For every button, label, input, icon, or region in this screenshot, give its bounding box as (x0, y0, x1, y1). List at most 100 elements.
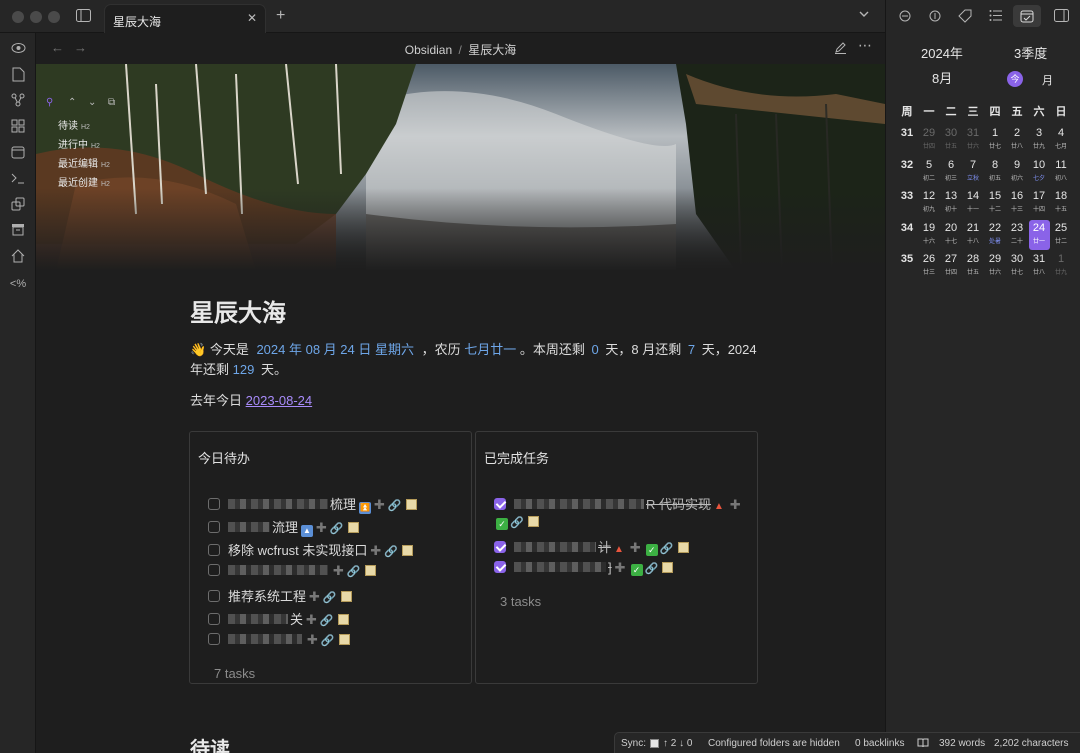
add-icon[interactable]: ✚ (307, 632, 318, 647)
outgoing-links-icon[interactable] (928, 9, 942, 25)
tab-close-icon[interactable]: ✕ (247, 11, 257, 25)
calendar-day[interactable]: 1 廿七 (985, 125, 1006, 155)
command-palette-terminal-icon[interactable] (9, 171, 27, 189)
calendar-week-number[interactable]: 31 (896, 127, 918, 139)
calendar-month-view-button[interactable]: 月 (1042, 72, 1053, 88)
add-icon[interactable]: ✚ (306, 612, 317, 627)
toggle-left-sidebar-icon[interactable] (76, 9, 91, 24)
calendar-day[interactable]: 29 廿四 (919, 125, 940, 155)
home-icon[interactable] (9, 249, 27, 267)
outline-copy-icon[interactable]: ⧉ (108, 97, 115, 108)
breadcrumb-current[interactable]: 星辰大海 (468, 43, 516, 57)
calendar-day[interactable]: 11 初八 (1051, 157, 1072, 187)
calendar-tab-active[interactable] (1013, 5, 1041, 27)
more-options-icon[interactable]: ⋯ (858, 38, 872, 52)
calendar-day[interactable]: 23 二十 (1007, 220, 1028, 250)
calendar-day[interactable]: 18 十五 (1051, 188, 1072, 218)
calendar-week-number[interactable]: 32 (896, 159, 918, 171)
task-checkbox[interactable] (208, 521, 220, 533)
calendar-day[interactable]: 17 十四 (1029, 188, 1050, 218)
calendar-day[interactable]: 2 廿八 (1007, 125, 1028, 155)
calendar-day[interactable]: 29 廿六 (985, 251, 1006, 281)
calendar-week-number[interactable]: 34 (896, 222, 918, 234)
canvas-blocks-icon[interactable] (9, 119, 27, 137)
new-tab-icon[interactable]: + (276, 8, 285, 24)
calendar-day[interactable]: 28 廿五 (963, 251, 984, 281)
completed-task[interactable]: R 代码实现 ▲ ✚ (494, 494, 744, 512)
task-checkbox[interactable] (208, 590, 220, 602)
link-icon[interactable]: 🔗 (323, 592, 337, 604)
task-checkbox[interactable] (208, 613, 220, 625)
edit-pencil-icon[interactable] (834, 41, 847, 56)
backlinks-icon[interactable] (898, 9, 912, 25)
calendar-month[interactable]: 8月 (932, 68, 952, 87)
template-code-icon[interactable]: <% (9, 275, 27, 293)
link-icon[interactable]: 🔗 (320, 615, 334, 627)
todo-task[interactable]: 移除 wcfrust 未实现接口 ✚ 🔗 (208, 540, 414, 558)
calendar-day[interactable]: 20 十七 (941, 220, 962, 250)
memo-icon[interactable] (662, 562, 674, 573)
memo-icon[interactable] (677, 542, 689, 553)
task-checkbox-checked[interactable] (494, 561, 506, 573)
calendar-day[interactable]: 4 七月 (1051, 125, 1072, 155)
add-icon[interactable]: ✚ (370, 543, 381, 558)
calendar-year[interactable]: 2024年 (921, 43, 963, 62)
tags-icon[interactable] (958, 9, 973, 25)
outline-item-recent-create[interactable]: 最近创建 H2 (58, 174, 110, 189)
outline-list-icon[interactable] (989, 9, 1003, 24)
link-icon[interactable]: 🔗 (645, 563, 659, 575)
todo-task[interactable]: 关 ✚ 🔗 (208, 609, 349, 627)
calendar-day[interactable]: 31 廿六 (963, 125, 984, 155)
zoom-window-button[interactable] (48, 11, 60, 23)
tab-list-chevron-icon[interactable] (858, 8, 870, 22)
close-window-button[interactable] (12, 11, 24, 23)
add-icon[interactable]: ✚ (615, 560, 626, 575)
sync-status-icon[interactable] (650, 739, 659, 748)
calendar-day[interactable]: 22 处暑 (985, 220, 1006, 250)
calendar-day[interactable]: 30 廿七 (1007, 251, 1028, 281)
archive-box-icon[interactable] (9, 223, 27, 241)
add-icon[interactable]: ✚ (730, 497, 741, 512)
memo-icon[interactable] (340, 591, 352, 602)
calendar-day[interactable]: 21 十八 (963, 220, 984, 250)
link-icon[interactable]: 🔗 (321, 635, 335, 647)
task-checkbox[interactable] (208, 544, 220, 556)
todo-task[interactable]: 流理 ▲ ✚ 🔗 (208, 517, 359, 537)
completed-task[interactable]: 计 ▲ ✚ ✓ 🔗 (494, 537, 689, 556)
calendar-day[interactable]: 7 立秋 (963, 157, 984, 187)
add-icon[interactable]: ✚ (630, 540, 641, 555)
add-icon[interactable]: ✚ (316, 520, 327, 535)
calendar-day[interactable]: 31 廿八 (1029, 251, 1050, 281)
reading-book-icon[interactable] (917, 738, 929, 751)
memo-icon[interactable] (364, 565, 376, 576)
daily-note-calendar-icon[interactable] (9, 145, 27, 163)
completed-task[interactable]: ] ✚ ✓ 🔗 (494, 560, 674, 578)
backlinks-count[interactable]: 0 backlinks (855, 738, 904, 749)
add-icon[interactable]: ✚ (309, 589, 320, 604)
outline-item-recent-edit[interactable]: 最近编辑 H2 (58, 155, 110, 170)
calendar-day[interactable]: 25 廿二 (1051, 220, 1072, 250)
memo-icon[interactable] (347, 522, 359, 533)
todo-task[interactable]: 梳理 ⏫ ✚ 🔗 (208, 494, 417, 514)
minimize-window-button[interactable] (30, 11, 42, 23)
calendar-day[interactable]: 27 廿四 (941, 251, 962, 281)
toggle-right-sidebar-icon[interactable] (1054, 9, 1069, 24)
calendar-day[interactable]: 1 廿九 (1051, 251, 1072, 281)
link-icon[interactable]: 🔗 (510, 517, 524, 529)
task-checkbox[interactable] (208, 633, 220, 645)
outline-item-daidu[interactable]: 待读 H2 (58, 117, 90, 132)
link-icon[interactable]: 🔗 (660, 543, 674, 555)
add-icon[interactable]: ✚ (333, 563, 344, 578)
reading-view-eye-icon[interactable] (9, 41, 27, 59)
link-icon[interactable]: 🔗 (388, 500, 402, 512)
add-icon[interactable]: ✚ (374, 497, 385, 512)
memo-icon[interactable] (402, 545, 414, 556)
calendar-day[interactable]: 19 十六 (919, 220, 940, 250)
calendar-day[interactable]: 8 初五 (985, 157, 1006, 187)
link-icon[interactable]: 🔗 (330, 523, 344, 535)
breadcrumb-folder[interactable]: Obsidian (405, 43, 452, 57)
calendar-day[interactable]: 16 十三 (1007, 188, 1028, 218)
task-checkbox-checked[interactable] (494, 498, 506, 510)
outline-pin-icon[interactable]: ⚲ (46, 97, 53, 108)
todo-task[interactable]: 推荐系统工程 ✚ 🔗 (208, 586, 352, 604)
